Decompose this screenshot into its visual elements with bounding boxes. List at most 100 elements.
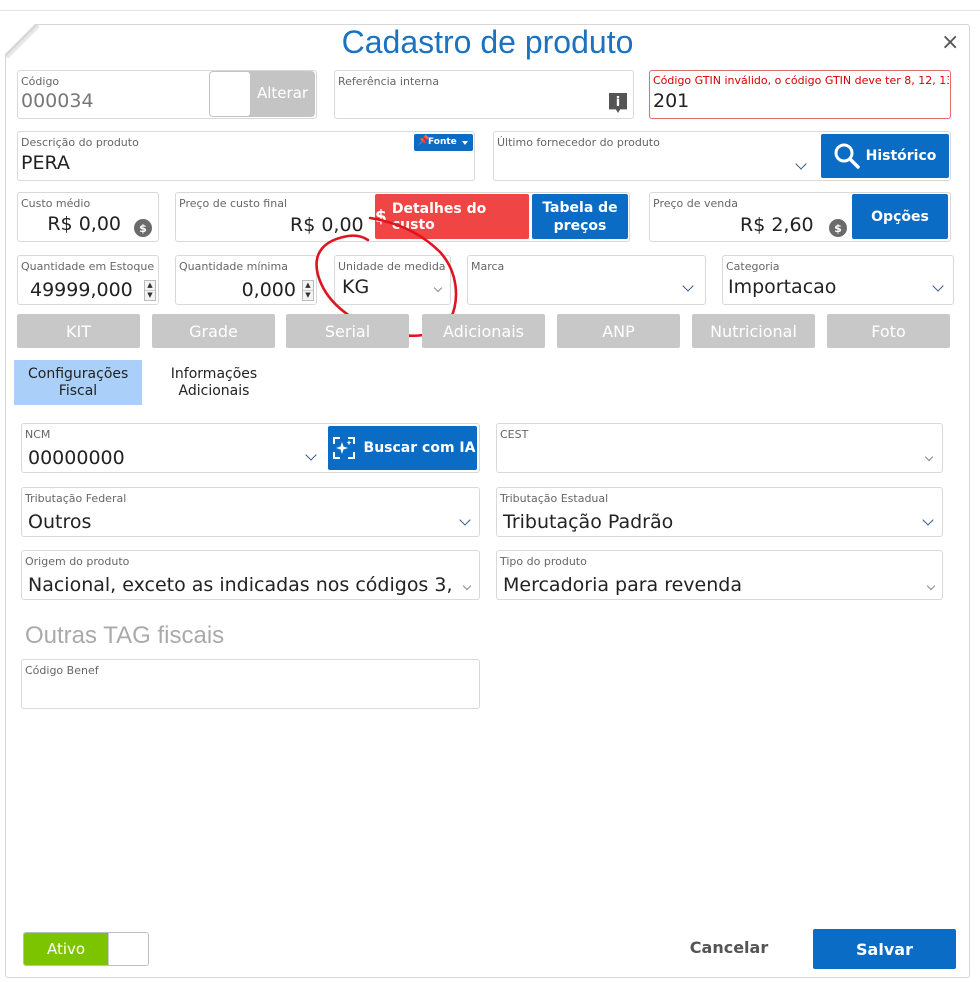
- cancelar-button[interactable]: Cancelar: [680, 938, 778, 962]
- chevron-down-icon: [462, 581, 472, 591]
- quantidade-minima-field[interactable]: Quantidade mínima 0,000 ▲ ▼: [175, 255, 317, 305]
- gtin-error-message: Código GTIN inválido, o código GTIN deve…: [653, 74, 949, 87]
- tab-informacoes-adicionais-label: Informações Adicionais: [170, 365, 258, 399]
- gtin-value: 201: [653, 90, 690, 112]
- codigo-benef-field[interactable]: Código Benef: [21, 659, 480, 709]
- chevron-down-icon: [932, 280, 944, 292]
- dollar-icon: $: [375, 206, 387, 227]
- tab-configuracoes-fiscal[interactable]: Configurações Fiscal: [14, 360, 142, 405]
- preco-custo-final-label: Preço de custo final: [179, 197, 287, 210]
- quantidade-estoque-value: 49999,000: [30, 279, 133, 301]
- categoria-select[interactable]: Categoria Importacao: [722, 255, 954, 305]
- ncm-label: NCM: [25, 428, 51, 441]
- ativo-toggle-knob: [108, 933, 148, 965]
- tributacao-federal-value: Outros: [28, 511, 92, 533]
- preco-venda-label: Preço de venda: [653, 197, 738, 210]
- origem-produto-label: Origem do produto: [25, 555, 130, 568]
- cest-label: CEST: [500, 428, 529, 441]
- buscar-ia-button[interactable]: Buscar com IA: [328, 426, 477, 470]
- chevron-down-icon: [459, 514, 471, 526]
- referencia-label: Referência interna: [338, 75, 440, 88]
- alterar-label: Alterar: [257, 84, 309, 102]
- quantity-stepper[interactable]: ▲ ▼: [302, 280, 314, 301]
- detalhes-custo-label: Detalhes do custo: [391, 200, 487, 233]
- tab-foto[interactable]: Foto: [827, 314, 950, 348]
- tributacao-federal-select[interactable]: Tributação Federal Outros: [21, 487, 480, 537]
- top-divider: [0, 10, 980, 11]
- categoria-value: Importacao: [728, 276, 837, 298]
- ai-sparkle-icon: [332, 437, 355, 459]
- descricao-label: Descrição do produto: [21, 136, 139, 149]
- custo-medio-field: Custo médio R$ 0,00 $: [17, 192, 159, 242]
- tipo-produto-label: Tipo do produto: [500, 555, 587, 568]
- chevron-down-icon: [924, 452, 934, 462]
- alterar-toggle[interactable]: Alterar: [209, 71, 315, 117]
- close-icon[interactable]: ×: [941, 30, 959, 55]
- custo-medio-value: R$ 0,00: [47, 213, 121, 235]
- quantidade-minima-label: Quantidade mínima: [179, 260, 288, 273]
- dollar-coin-icon: $: [829, 219, 847, 237]
- unidade-medida-value: KG: [342, 276, 370, 298]
- marca-label: Marca: [471, 260, 505, 273]
- opcoes-label: Opções: [871, 208, 929, 225]
- unidade-medida-label: Unidade de medida: [338, 260, 446, 273]
- origem-produto-value: Nacional, exceto as indicadas nos código…: [28, 574, 453, 596]
- descricao-field[interactable]: Descrição do produto PERA: [17, 131, 475, 181]
- tipo-produto-value: Mercadoria para revenda: [503, 574, 742, 596]
- ncm-value: 00000000: [28, 447, 125, 469]
- preco-venda-value: R$ 2,60: [740, 214, 814, 236]
- alterar-toggle-knob: [210, 72, 250, 116]
- tab-informacoes-adicionais[interactable]: Informações Adicionais: [150, 360, 278, 405]
- ativo-toggle[interactable]: Ativo: [23, 932, 149, 966]
- tipo-produto-select[interactable]: Tipo do produto Mercadoria para revenda: [496, 550, 943, 600]
- codigo-benef-label: Código Benef: [25, 664, 99, 677]
- quantity-stepper[interactable]: ▲ ▼: [144, 280, 156, 301]
- detalhes-custo-button[interactable]: $ Detalhes do custo: [375, 194, 529, 239]
- chevron-down-icon: [305, 449, 317, 461]
- tributacao-estadual-select[interactable]: Tributação Estadual Tributação Padrão: [496, 487, 943, 537]
- dollar-coin-icon: $: [134, 219, 152, 237]
- gtin-field[interactable]: Código GTIN inválido, o código GTIN deve…: [649, 70, 951, 119]
- categoria-label: Categoria: [726, 260, 780, 273]
- unidade-medida-select[interactable]: Unidade de medida KG: [334, 255, 451, 305]
- tab-nutricional[interactable]: Nutricional: [692, 314, 815, 348]
- tab-serial[interactable]: Serial: [286, 314, 409, 348]
- info-icon[interactable]: i: [609, 93, 627, 113]
- fonte-label: Fonte: [428, 137, 457, 147]
- quantidade-minima-value: 0,000: [241, 279, 296, 301]
- codigo-value: 000034: [21, 90, 94, 112]
- opcoes-button[interactable]: Opções: [852, 194, 948, 239]
- chevron-down-icon: [926, 581, 936, 591]
- tributacao-estadual-value: Tributação Padrão: [503, 511, 674, 533]
- chevron-down-icon: [682, 280, 694, 292]
- salvar-button[interactable]: Salvar: [813, 929, 956, 969]
- chevron-down-icon: [795, 158, 807, 170]
- referencia-interna-field[interactable]: Referência interna i: [334, 70, 634, 119]
- tributacao-federal-label: Tributação Federal: [25, 492, 127, 505]
- fonte-dropdown-button[interactable]: 📌 Fonte: [414, 134, 473, 151]
- origem-produto-select[interactable]: Origem do produto Nacional, exceto as in…: [21, 550, 480, 600]
- tabela-precos-button[interactable]: Tabela de preços: [532, 194, 628, 239]
- quantidade-estoque-field[interactable]: Quantidade em Estoque 49999,000 ▲ ▼: [17, 255, 159, 305]
- tab-configuracoes-fiscal-label: Configurações Fiscal: [28, 365, 129, 399]
- tab-grade[interactable]: Grade: [152, 314, 275, 348]
- codigo-label: Código: [21, 75, 60, 88]
- cest-select[interactable]: CEST: [496, 423, 943, 473]
- ativo-label: Ativo: [47, 940, 86, 958]
- outras-tag-fiscais-heading: Outras TAG fiscais: [25, 622, 225, 649]
- tabela-precos-label: Tabela de preços: [542, 199, 618, 234]
- tab-kit[interactable]: KIT: [17, 314, 140, 348]
- salvar-label: Salvar: [856, 939, 913, 959]
- fornecedor-label: Último fornecedor do produto: [497, 136, 660, 149]
- historico-button[interactable]: Histórico: [821, 134, 949, 178]
- tab-adicionais[interactable]: Adicionais: [422, 314, 545, 348]
- quantidade-estoque-label: Quantidade em Estoque: [21, 260, 155, 273]
- custo-medio-label: Custo médio: [21, 197, 91, 210]
- buscar-ia-label: Buscar com IA: [363, 440, 476, 456]
- chevron-down-icon: [922, 514, 934, 526]
- marca-select[interactable]: Marca: [467, 255, 706, 305]
- tab-anp[interactable]: ANP: [557, 314, 680, 348]
- descricao-value: PERA: [21, 152, 70, 174]
- page-title: Cadastro de produto: [341, 24, 634, 60]
- chevron-down-icon: [433, 283, 443, 293]
